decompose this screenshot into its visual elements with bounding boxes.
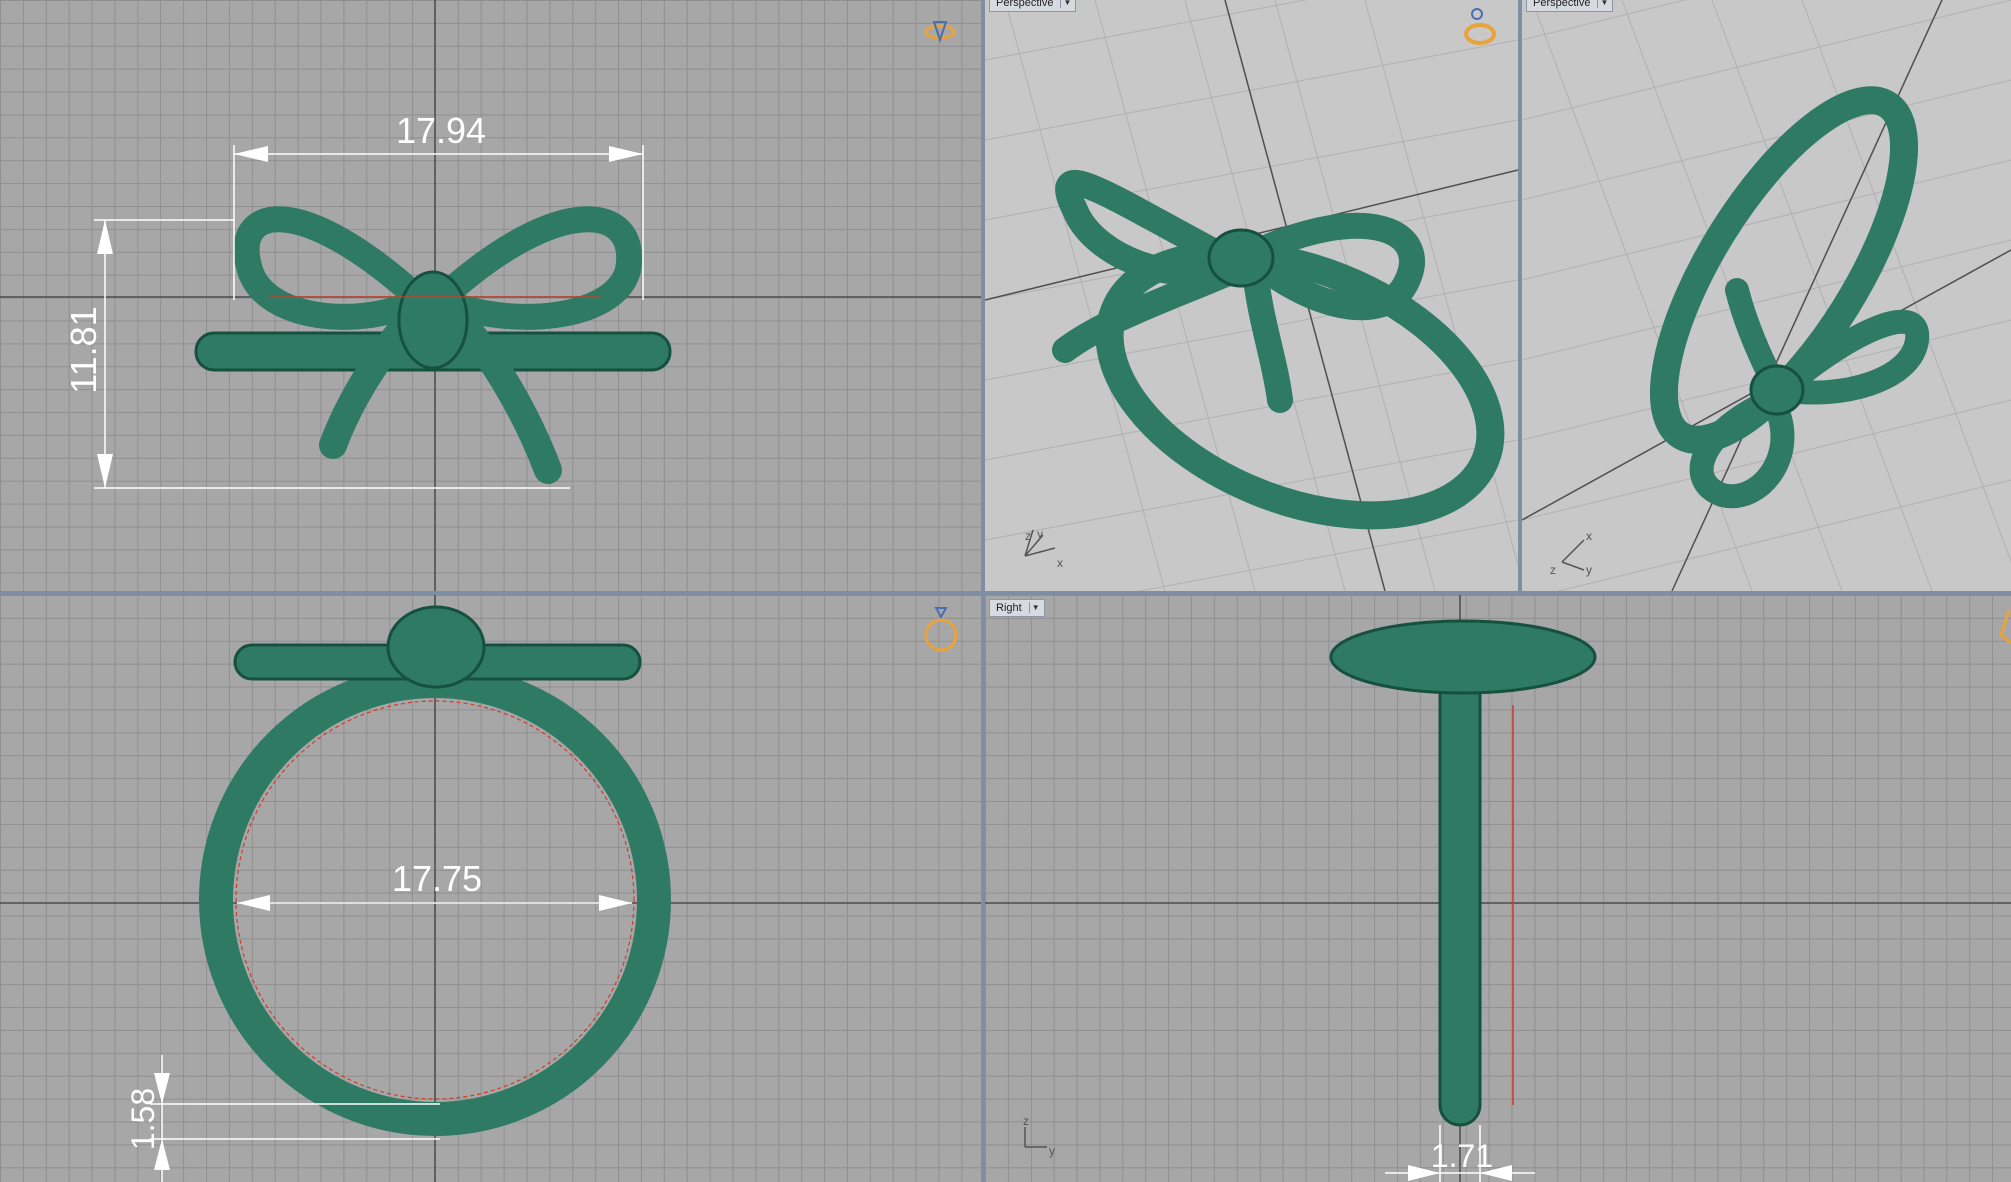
viewport-label-perspective[interactable]: Perspective ▼ [989, 0, 1077, 12]
dropdown-arrow-icon[interactable]: ▼ [1060, 0, 1073, 8]
dim-arrow [234, 146, 268, 162]
front-view-canvas: 17.94 11.81 [0, 0, 981, 591]
dim-arrow [237, 895, 270, 911]
bow-left-loop [233, 206, 443, 330]
bow-side [1329, 619, 1597, 695]
thickness-dimension-label: 1.58 [125, 1088, 161, 1150]
right-view-canvas: 1.71 z y [985, 595, 2011, 1182]
height-dimension-label: 11.81 [63, 306, 104, 393]
dim-arrow [599, 895, 632, 911]
bow-knot [1749, 364, 1805, 416]
perspective-grid [1522, 0, 2011, 591]
xyz-axis-icon: x y z [1550, 529, 1592, 577]
viewport-label-right[interactable]: Right ▼ [989, 599, 1045, 617]
dim-arrow [609, 146, 643, 162]
dropdown-arrow-icon[interactable]: ▼ [1028, 602, 1042, 613]
svg-text:y: y [1586, 563, 1592, 577]
ring-gizmo-icon[interactable] [924, 21, 956, 44]
bow-knot [1207, 228, 1275, 288]
bow-knot [386, 605, 486, 689]
perspective-canvas-1: x z y [985, 0, 1518, 591]
viewport-layout: 17.94 11.81 x z y Perspective ▼ x y z Pe… [0, 0, 2011, 1182]
width-dimension-label: 17.94 [396, 110, 486, 151]
svg-text:z: z [1550, 563, 1556, 577]
viewport-label-text: Perspective [996, 0, 1054, 9]
viewport-label-text: Right [996, 602, 1022, 614]
zy-axis-icon: z y [1023, 1114, 1055, 1158]
svg-text:z: z [1023, 1114, 1029, 1128]
ring-gizmo-icon[interactable] [924, 607, 958, 652]
perspective-canvas-2: x y z [1522, 0, 2011, 591]
front-viewport[interactable]: 17.94 11.81 [0, 0, 981, 591]
xyz-axis-icon: x z y [1024, 527, 1063, 570]
svg-text:x: x [1057, 556, 1063, 570]
viewport-label-text: Perspective [1533, 0, 1591, 9]
bow-knot [397, 270, 469, 370]
svg-text:y: y [1037, 527, 1043, 541]
dim-arrow [97, 454, 113, 488]
dropdown-arrow-icon[interactable]: ▼ [1597, 0, 1610, 8]
bow-left-loop [1055, 170, 1256, 285]
top-viewport[interactable]: 17.75 1.58 [0, 595, 981, 1182]
bow-right-loop [416, 206, 643, 330]
top-view-canvas: 17.75 1.58 [0, 595, 981, 1182]
right-viewport[interactable]: 1.71 z y Right ▼ [985, 595, 2011, 1182]
perspective-viewport-1[interactable]: x z y Perspective ▼ [985, 0, 1518, 591]
svg-text:z: z [1025, 529, 1031, 543]
ring-gizmo-icon[interactable] [1999, 609, 2011, 645]
svg-text:x: x [1586, 529, 1592, 543]
perspective-viewport-2[interactable]: x y z Perspective ▼ [1522, 0, 2011, 591]
dim-arrow [97, 220, 113, 254]
ring-gizmo-icon[interactable] [1464, 8, 1496, 45]
diameter-dimension-label: 17.75 [392, 858, 482, 899]
viewport-label-perspective[interactable]: Perspective ▼ [1526, 0, 1614, 12]
svg-text:y: y [1049, 1144, 1055, 1158]
ring-band-side [1438, 673, 1482, 1127]
width-dimension-label: 1.71 [1431, 1138, 1493, 1174]
